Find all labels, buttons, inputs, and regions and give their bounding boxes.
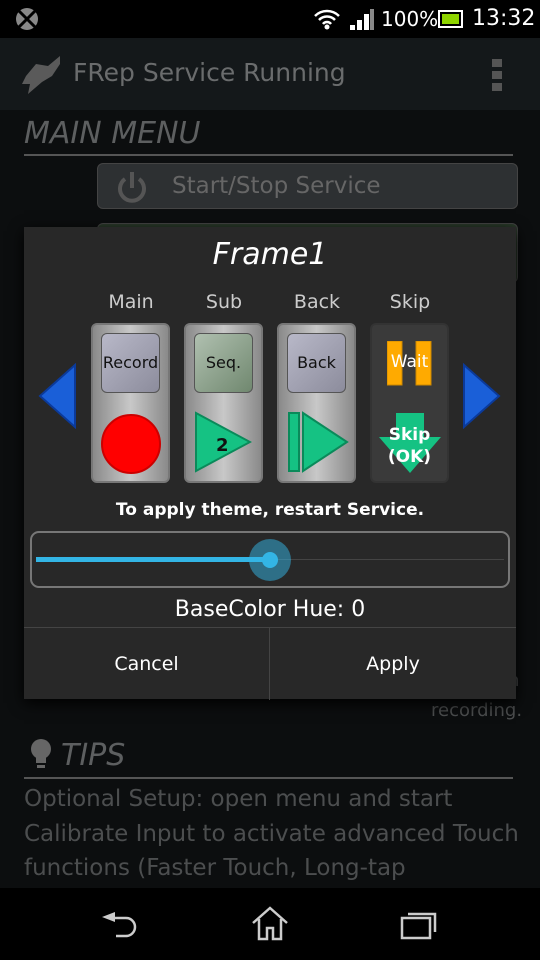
sub-theme-card[interactable]: Seq. 2 (184, 323, 263, 483)
column-header-skip: Skip (389, 291, 431, 313)
lightbulb-icon (31, 739, 51, 768)
record-label: Record (101, 333, 160, 393)
power-icon (118, 172, 146, 203)
hand-logo-icon (22, 56, 60, 94)
divider (24, 777, 513, 779)
back-theme-card[interactable]: Back (277, 323, 356, 483)
back-label: Back (287, 333, 346, 393)
hue-slider[interactable] (30, 531, 510, 588)
battery-percent: 100% (381, 7, 439, 31)
action-bar: FRep Service Running (0, 38, 540, 110)
partial-text: recording. (431, 700, 523, 721)
tips-heading: TIPS (61, 738, 126, 773)
previous-arrow-icon[interactable] (38, 363, 76, 429)
dialog-buttons: Cancel Apply (24, 627, 516, 700)
column-header-main: Main (108, 291, 154, 313)
wifi-icon (314, 9, 340, 30)
column-header-back: Back (293, 291, 341, 313)
app-notification-icon (16, 8, 38, 30)
battery-icon (438, 10, 463, 28)
signal-icon (350, 9, 374, 30)
skip-theme-card[interactable]: Wait Skip (OK) (370, 323, 449, 483)
back-nav-icon[interactable] (100, 908, 140, 942)
restart-note: To apply theme, restart Service. (115, 500, 425, 520)
theme-dialog: Frame1 Main Sub Back Skip Record Seq. 2 … (24, 227, 516, 700)
sequence-badge: 2 (216, 435, 229, 456)
wait-label: Wait (390, 352, 429, 372)
skip-ok-label: (OK) (387, 447, 432, 467)
app-title: FRep Service Running (73, 58, 346, 87)
recent-apps-icon[interactable] (400, 908, 440, 942)
divider (24, 154, 513, 156)
seq-label: Seq. (194, 333, 253, 393)
start-stop-label: Start/Stop Service (172, 173, 381, 199)
slider-thumb[interactable] (249, 539, 291, 581)
status-bar: 100% 13:32 (0, 0, 540, 38)
cancel-button[interactable]: Cancel (24, 628, 270, 700)
navigation-bar (0, 888, 540, 960)
play-from-start-icon (288, 411, 349, 473)
column-header-sub: Sub (205, 291, 243, 313)
home-nav-icon[interactable] (250, 906, 290, 942)
next-arrow-icon[interactable] (463, 363, 501, 429)
main-theme-card[interactable]: Record (91, 323, 170, 483)
slider-fill (36, 557, 270, 562)
tips-text: Optional Setup: open menu and start Cali… (24, 786, 519, 881)
overflow-menu-icon[interactable] (492, 59, 502, 95)
dialog-title: Frame1 (212, 237, 328, 272)
record-circle-icon (101, 414, 161, 474)
clock: 13:32 (472, 6, 536, 31)
skip-label: Skip (388, 425, 431, 445)
apply-button[interactable]: Apply (270, 628, 516, 700)
main-menu-heading: MAIN MENU (24, 116, 201, 151)
hue-label: BaseColor Hue: 0 (174, 597, 366, 622)
start-stop-service-button[interactable]: Start/Stop Service (97, 163, 518, 209)
